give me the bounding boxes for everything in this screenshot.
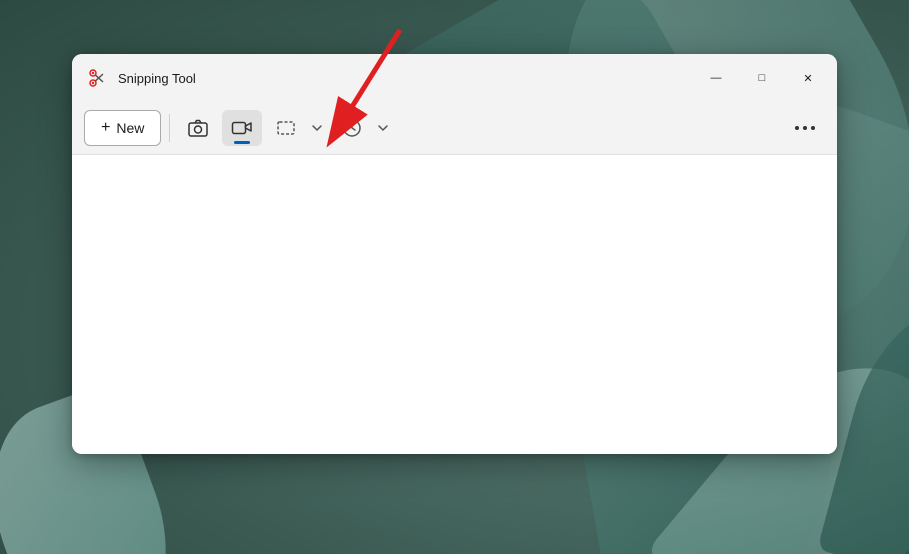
toolbar: + New bbox=[72, 102, 837, 155]
content-area bbox=[72, 155, 837, 454]
history-dropdown[interactable] bbox=[372, 110, 394, 146]
maximize-button[interactable]: □ bbox=[739, 62, 785, 94]
minimize-button[interactable]: — bbox=[693, 62, 739, 94]
snip-shape-dropdown[interactable] bbox=[306, 110, 328, 146]
snip-shape-button[interactable] bbox=[266, 110, 306, 146]
history-group bbox=[332, 110, 394, 146]
toolbar-separator bbox=[169, 114, 170, 142]
snipping-tool-window: Snipping Tool — □ ✕ + New bbox=[72, 54, 837, 454]
more-options-button[interactable] bbox=[785, 110, 825, 146]
title-bar-left: Snipping Tool bbox=[88, 68, 693, 88]
chevron-down-icon bbox=[311, 122, 323, 134]
new-button[interactable]: + New bbox=[84, 110, 161, 146]
new-button-label: New bbox=[116, 120, 144, 136]
window-title: Snipping Tool bbox=[118, 71, 196, 86]
screenshot-mode-button[interactable] bbox=[178, 110, 218, 146]
snip-shape-group bbox=[266, 110, 328, 146]
new-plus-icon: + bbox=[101, 119, 110, 137]
video-icon bbox=[231, 117, 253, 139]
chevron-down-icon-2 bbox=[377, 122, 389, 134]
video-mode-button[interactable] bbox=[222, 110, 262, 146]
title-bar: Snipping Tool — □ ✕ bbox=[72, 54, 837, 102]
app-icon bbox=[88, 68, 108, 88]
camera-icon bbox=[187, 117, 209, 139]
rectangle-icon bbox=[275, 117, 297, 139]
close-button[interactable]: ✕ bbox=[785, 62, 831, 94]
history-button[interactable] bbox=[332, 110, 372, 146]
clock-icon bbox=[341, 117, 363, 139]
more-dots-icon bbox=[794, 125, 816, 131]
window-controls: — □ ✕ bbox=[693, 62, 831, 94]
